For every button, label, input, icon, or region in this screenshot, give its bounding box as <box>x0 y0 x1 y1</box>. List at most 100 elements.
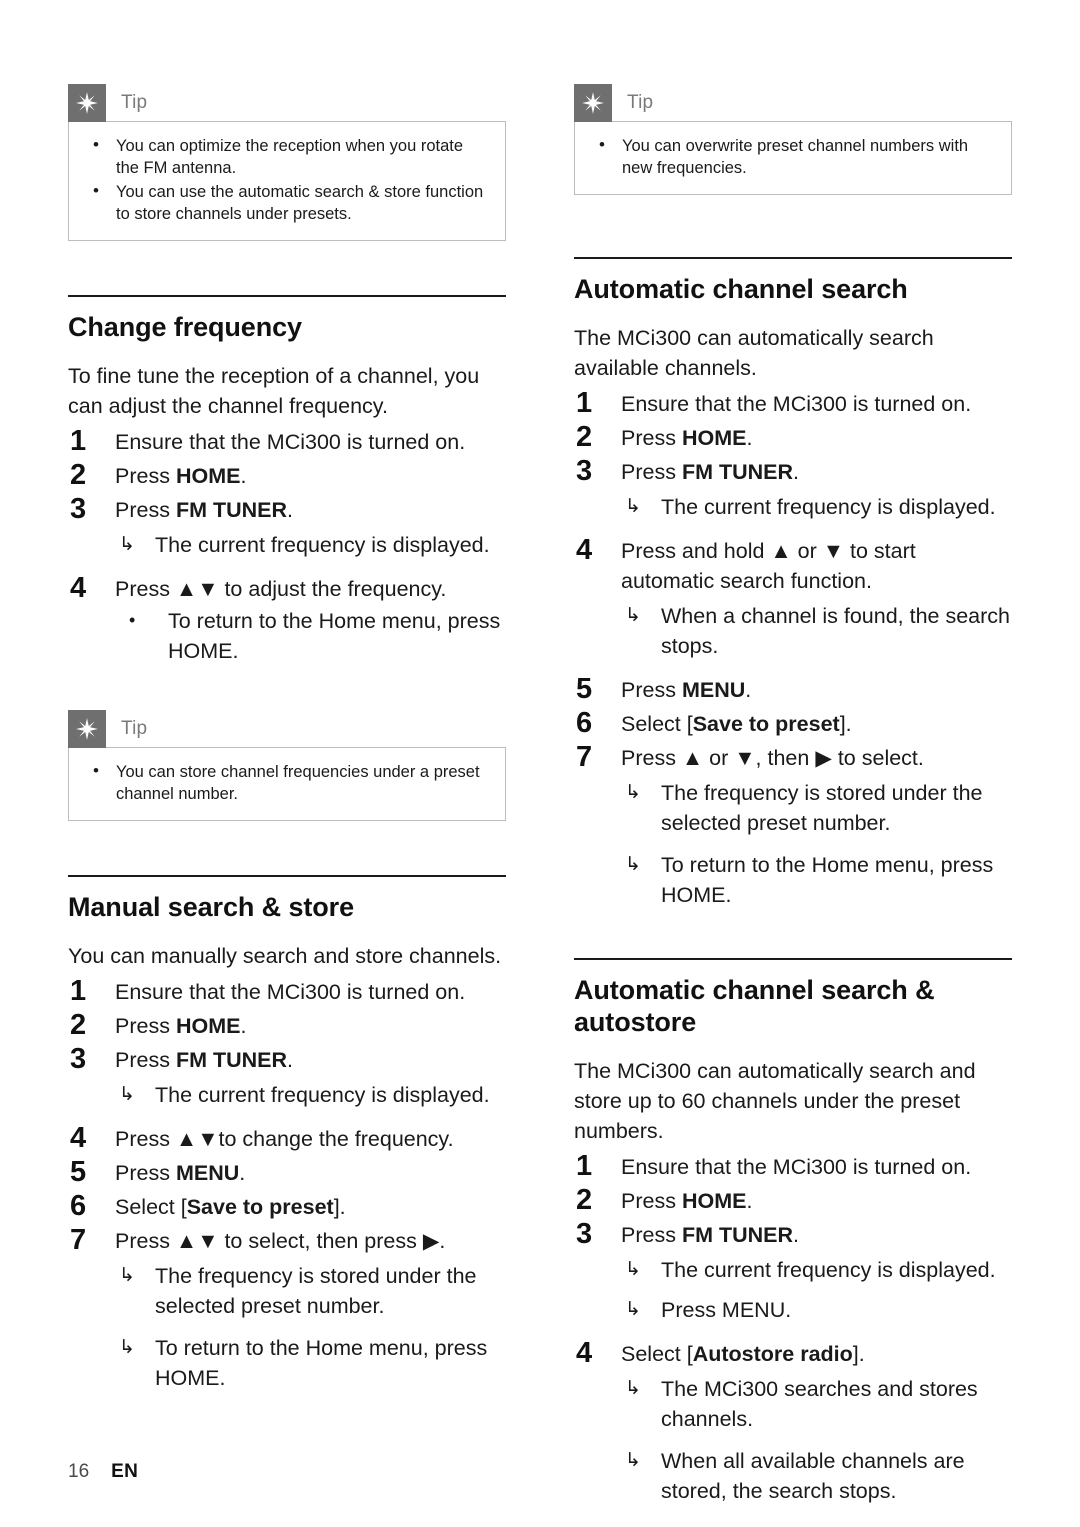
step-result: ↳ When all available channels are stored… <box>621 1446 1012 1506</box>
page-language: EN <box>111 1461 139 1482</box>
step-text-prefix: Press <box>621 426 682 450</box>
step-result: ↳ The current frequency is displayed. <box>621 1255 1012 1285</box>
step-number: 5 <box>70 1156 87 1188</box>
step-item: 7 Press ▲▼ to select, then press ▶. ↳ Th… <box>68 1224 506 1393</box>
right-column: Tip You can overwrite preset channel num… <box>574 84 1012 1510</box>
section-change-frequency: Change frequency To fine tune the recept… <box>68 295 506 666</box>
step-keyword: Save to preset <box>186 1195 334 1219</box>
step-number: 1 <box>70 425 87 457</box>
step-item: 1 Ensure that the MCi300 is turned on. <box>574 387 1012 419</box>
step-number: 6 <box>576 707 593 739</box>
step-number: 3 <box>576 455 593 487</box>
result-arrow-icon: ↳ <box>625 605 641 626</box>
step-result-list: ↳ The current frequency is displayed. ↳ … <box>621 1255 1012 1325</box>
step-item: 3 Press FM TUNER. ↳ The current frequenc… <box>574 1218 1012 1325</box>
step-text-prefix: Press <box>621 1223 682 1247</box>
tip-header: Tip <box>68 710 506 748</box>
step-keyword: MENU <box>681 678 746 702</box>
result-arrow-icon: ↳ <box>625 1450 641 1471</box>
page-footer: 16 EN <box>68 1461 138 1483</box>
step-list: 1 Ensure that the MCi300 is turned on. 2… <box>68 975 506 1393</box>
section-rule <box>574 958 1012 960</box>
step-result: ↳ The current frequency is displayed. <box>115 530 506 560</box>
tip-header: Tip <box>68 84 506 122</box>
step-item: 5 Press MENU. <box>574 673 1012 705</box>
tip-body: You can overwrite preset channel numbers… <box>574 121 1012 195</box>
step-item: 5 Press MENU. <box>68 1156 506 1188</box>
result-text: The frequency is stored under the select… <box>155 1264 477 1318</box>
step-keyword: FM TUNER <box>175 1048 288 1072</box>
step-number: 4 <box>576 1337 593 1369</box>
result-arrow-icon: ↳ <box>625 1299 641 1320</box>
tip-item: You can use the automatic search & store… <box>85 180 489 225</box>
section-intro: The MCi300 can automatically search avai… <box>574 326 934 380</box>
step-text-prefix: Select [ <box>621 712 693 736</box>
step-number: 2 <box>576 1184 593 1216</box>
step-number: 5 <box>576 673 593 705</box>
step-item: 6 Select [Save to preset]. <box>574 707 1012 739</box>
result-arrow-icon: ↳ <box>625 854 641 875</box>
step-number: 4 <box>576 534 593 566</box>
result-text: The current frequency is displayed. <box>661 495 996 519</box>
result-text: Press MENU. <box>661 1298 792 1322</box>
step-number: 3 <box>70 1043 87 1075</box>
step-number: 1 <box>576 1150 593 1182</box>
result-arrow-icon: ↳ <box>625 496 641 517</box>
step-text-suffix: . <box>239 1161 246 1185</box>
section-title: Change frequency <box>68 312 302 342</box>
step-number: 4 <box>70 572 87 604</box>
result-text: The MCi300 searches and stores channels. <box>661 1377 978 1431</box>
step-text-suffix: ]. <box>852 1342 865 1366</box>
step-text-suffix: . <box>793 1223 799 1247</box>
step-text-prefix: Press <box>115 1014 176 1038</box>
step-text: Ensure that the MCi300 is turned on. <box>621 392 972 416</box>
tip-item: You can optimize the reception when you … <box>85 134 489 179</box>
step-number: 3 <box>576 1218 593 1250</box>
step-keyword: HOME <box>681 1189 747 1213</box>
step-text-suffix: . <box>240 1014 247 1038</box>
result-arrow-icon: ↳ <box>119 1265 135 1286</box>
section-intro: The MCi300 can automatically search and … <box>574 1059 976 1143</box>
step-number: 1 <box>576 387 593 419</box>
section-automatic-channel-search: Automatic channel search The MCi300 can … <box>574 257 1012 910</box>
step-result-list: ↳ When a channel is found, the search st… <box>621 601 1012 661</box>
step-keyword: MENU <box>175 1161 240 1185</box>
section-rule <box>574 257 1012 259</box>
step-item: 2 Press HOME. <box>574 421 1012 453</box>
tip-body: You can store channel frequencies under … <box>68 747 506 821</box>
step-result: ↳ The MCi300 searches and stores channel… <box>621 1374 1012 1434</box>
tip-title: Tip <box>121 92 148 113</box>
step-item: 3 Press FM TUNER. ↳ The current frequenc… <box>574 455 1012 522</box>
step-text-suffix: ]. <box>333 1195 346 1219</box>
step-list: 1 Ensure that the MCi300 is turned on. 2… <box>574 1150 1012 1506</box>
step-text: Press ▲▼ to select, then press ▶. <box>115 1229 446 1253</box>
step-text: Press ▲ or ▼, then ▶ to select. <box>621 746 924 770</box>
step-item: 7 Press ▲ or ▼, then ▶ to select. ↳ The … <box>574 741 1012 910</box>
step-number: 1 <box>70 975 87 1007</box>
step-text-prefix: Press <box>621 678 682 702</box>
step-result-list: ↳ The current frequency is displayed. <box>621 492 1012 522</box>
step-text-suffix: . <box>746 1189 753 1213</box>
step-keyword: HOME <box>681 426 747 450</box>
step-list: 1 Ensure that the MCi300 is turned on. 2… <box>574 387 1012 910</box>
result-arrow-icon: ↳ <box>625 1378 641 1399</box>
tip-item: You can store channel frequencies under … <box>85 760 489 805</box>
tip-box-top-right: Tip You can overwrite preset channel num… <box>574 84 1012 195</box>
step-text-suffix: . <box>287 1048 293 1072</box>
tip-title: Tip <box>627 92 654 113</box>
step-result: ↳ To return to the Home menu, press HOME… <box>115 1333 506 1393</box>
two-column-layout: Tip You can optimize the reception when … <box>68 84 1012 1510</box>
step-result-list: ↳ The current frequency is displayed. <box>115 530 506 560</box>
result-text: To return to the Home menu, press HOME. <box>155 1336 488 1390</box>
section-title: Manual search & store <box>68 892 355 922</box>
section-manual-search-store: Manual search & store You can manually s… <box>68 875 506 1393</box>
step-text-prefix: Press <box>115 464 176 488</box>
result-text: To return to the Home menu, press HOME. <box>661 853 994 907</box>
step-item: 4 Press and hold ▲ or ▼ to start automat… <box>574 534 1012 661</box>
step-text-prefix: Press <box>621 1189 682 1213</box>
step-text-suffix: . <box>287 498 293 522</box>
step-keyword: FM TUNER <box>681 460 794 484</box>
